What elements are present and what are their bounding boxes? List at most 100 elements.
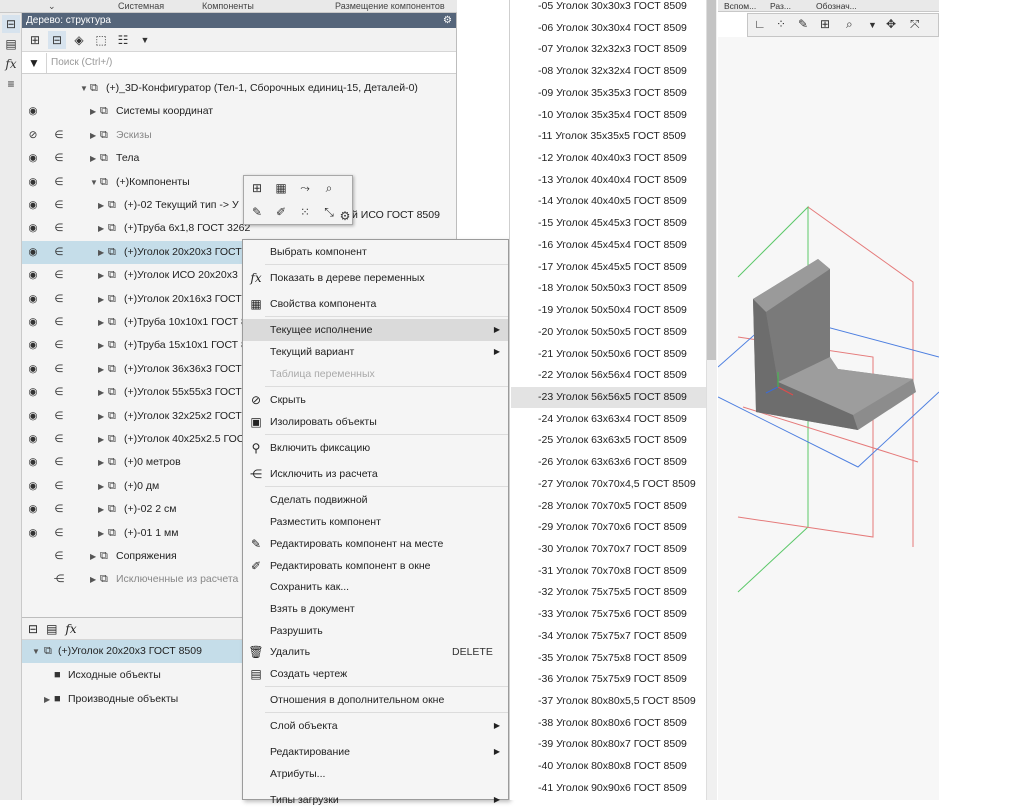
include-in-calc-icon[interactable]: ∈ — [52, 451, 66, 474]
submenu-item[interactable]: -38 Уголок 80x80x6 ГОСТ 8509 — [511, 713, 709, 734]
submenu-item[interactable]: -41 Уголок 90x90x6 ГОСТ 8509 — [511, 778, 709, 799]
edit-in-place-icon[interactable]: ✎ — [246, 202, 268, 222]
submenu-item[interactable]: -31 Уголок 70x70x8 ГОСТ 8509 — [511, 561, 709, 582]
submenu-item[interactable]: -13 Уголок 40x40x4 ГОСТ 8509 — [511, 170, 709, 191]
expand-arrow-icon[interactable]: ▶ — [90, 568, 96, 591]
visibility-eye-icon[interactable]: ◉ — [26, 405, 40, 428]
submenu-item[interactable]: -25 Уголок 63x63x5 ГОСТ 8509 — [511, 430, 709, 451]
visibility-eye-icon[interactable]: ◉ — [26, 264, 40, 287]
lower-row-selected-component[interactable]: ▼ ⧉ (+)Уголок 20x20x3 ГОСТ 8509 — [22, 640, 242, 663]
3d-scene[interactable] — [718, 37, 939, 800]
properties-icon[interactable]: ▦ — [270, 178, 292, 198]
expand-arrow-icon[interactable]: ▶ — [90, 147, 96, 170]
include-in-calc-icon[interactable]: ∈ — [52, 475, 66, 498]
pan-icon[interactable]: ⤧ — [910, 17, 920, 32]
expand-arrow-icon[interactable]: ▶ — [98, 498, 104, 521]
visibility-eye-icon[interactable]: ◉ — [26, 100, 40, 123]
context-menu-item[interactable]: ▦ Свойства компонента — [243, 293, 508, 315]
variables-icon[interactable]: fx — [65, 622, 76, 636]
expand-arrow-icon[interactable]: ▶ — [98, 405, 104, 428]
include-in-calc-icon[interactable]: ∈ — [52, 264, 66, 287]
include-in-calc-icon[interactable]: ∈ — [52, 498, 66, 521]
submenu-item[interactable]: -12 Уголок 40x40x3 ГОСТ 8509 — [511, 148, 709, 169]
submenu-item[interactable]: -34 Уголок 75x75x7 ГОСТ 8509 — [511, 626, 709, 647]
context-menu-item[interactable]: Сделать подвижной — [243, 489, 508, 511]
context-menu-item[interactable]: Взять в документ — [243, 598, 508, 620]
edit-icon[interactable]: ✎ — [798, 17, 808, 31]
context-menu-item[interactable]: Разместить компонент — [243, 511, 508, 533]
relations-icon[interactable]: ⤳ — [294, 178, 316, 198]
context-menu-item[interactable]: ✐ Редактировать компонент в окне — [243, 555, 508, 577]
context-menu-item[interactable]: Типы загрузки ▶ — [243, 789, 508, 811]
tab-dimensions[interactable]: Раз... — [770, 1, 791, 11]
expand-arrow-icon[interactable]: ▶ — [90, 545, 96, 568]
visibility-eye-icon[interactable]: ◉ — [26, 147, 40, 170]
submenu-scrollbar-thumb[interactable] — [707, 0, 716, 360]
include-in-calc-icon[interactable]: ∈ — [52, 358, 66, 381]
context-menu-item[interactable]: Сохранить как... — [243, 576, 508, 598]
submenu-item[interactable]: -26 Уголок 63x63x6 ГОСТ 8509 — [511, 452, 709, 473]
submenu-item[interactable]: -21 Уголок 50x50x6 ГОСТ 8509 — [511, 344, 709, 365]
submenu-item[interactable]: -39 Уголок 80x80x7 ГОСТ 8509 — [511, 734, 709, 755]
tab-designations[interactable]: Обознач... — [816, 1, 857, 11]
visibility-eye-icon[interactable]: ◉ — [26, 194, 40, 217]
expand-arrow-icon[interactable]: ▶ — [90, 124, 96, 147]
submenu-item[interactable]: -23 Уголок 56x56x5 ГОСТ 8509 — [511, 386, 709, 408]
gear-icon[interactable]: ⚙ — [338, 206, 352, 226]
transform-icon[interactable]: ⤡ — [318, 202, 340, 222]
submenu-item[interactable]: -09 Уголок 35x35x3 ГОСТ 8509 — [511, 83, 709, 104]
lower-row-derived-objects[interactable]: ▶ ■ Производные объекты — [22, 688, 242, 711]
expand-arrow-icon[interactable]: ▶ — [98, 475, 104, 498]
context-menu-item[interactable]: Текущее исполнение ▶ — [243, 319, 508, 341]
tab-auxiliary[interactable]: Вспом... — [724, 1, 756, 11]
gear-icon[interactable]: ⚙ — [443, 13, 452, 28]
submenu-item[interactable]: -30 Уголок 70x70x7 ГОСТ 8509 — [511, 539, 709, 560]
context-menu-item[interactable]: Текущий вариант ▶ — [243, 341, 508, 363]
expand-arrow-icon[interactable]: ▶ — [98, 264, 104, 287]
collapse-chevron-icon[interactable]: ⌄ — [48, 1, 56, 12]
variables-icon[interactable]: fx — [2, 55, 20, 73]
tree-icon[interactable]: ⊟ — [28, 622, 38, 636]
visibility-eye-icon[interactable]: ◉ — [26, 217, 40, 240]
context-menu-item[interactable]: Редактирование ▶ — [243, 741, 508, 763]
include-in-calc-icon[interactable]: ∈ — [52, 147, 66, 170]
grid-icon[interactable]: ⁘ — [776, 17, 786, 31]
submenu-item[interactable]: -07 Уголок 32x32x3 ГОСТ 8509 — [511, 39, 709, 60]
visibility-eye-icon[interactable]: ◉ — [26, 475, 40, 498]
expand-arrow-icon[interactable]: ▶ — [98, 194, 104, 217]
context-menu-item[interactable]: Отношения в дополнительном окне — [243, 689, 508, 711]
visibility-eye-icon[interactable]: ◉ — [26, 334, 40, 357]
context-menu-item[interactable]: Атрибуты... — [243, 763, 508, 785]
include-in-calc-icon[interactable]: ∈ — [52, 288, 66, 311]
submenu-item[interactable]: -33 Уголок 75x75x6 ГОСТ 8509 — [511, 604, 709, 625]
submenu-item[interactable]: -37 Уголок 80x80x5,5 ГОСТ 8509 — [511, 691, 709, 712]
submenu-item[interactable]: -36 Уголок 75x75x9 ГОСТ 8509 — [511, 669, 709, 690]
context-menu-item[interactable]: fx Показать в дереве переменных — [243, 267, 508, 289]
properties-icon[interactable]: ▤ — [2, 35, 20, 53]
list-options-icon[interactable]: ☷ — [114, 31, 132, 49]
visibility-eye-icon[interactable]: ◉ — [26, 428, 40, 451]
include-in-calc-icon[interactable]: ∈ — [52, 171, 66, 194]
submenu-item[interactable]: -27 Уголок 70x70x4,5 ГОСТ 8509 — [511, 474, 709, 495]
include-in-calc-icon[interactable]: ∈ — [52, 381, 66, 404]
expand-arrow-icon[interactable]: ▼ — [80, 77, 88, 100]
submenu-item[interactable]: -40 Уголок 80x80x8 ГОСТ 8509 — [511, 756, 709, 777]
context-menu-item[interactable]: ⊘ Скрыть — [243, 389, 508, 411]
expand-arrow-icon[interactable]: ▶ — [98, 217, 104, 240]
select-frame-icon[interactable]: ⬚ — [92, 31, 110, 49]
include-in-calc-icon[interactable]: ⋲ — [52, 568, 66, 591]
expand-arrow-icon[interactable]: ▶ — [98, 288, 104, 311]
tree-structure-icon[interactable]: ⊞ — [26, 31, 44, 49]
expand-arrow-icon[interactable]: ▶ — [98, 522, 104, 545]
dropdown-arrow-icon[interactable]: ▼ — [136, 31, 154, 49]
submenu-item[interactable]: -16 Уголок 45x45x4 ГОСТ 8509 — [511, 235, 709, 256]
submenu-item[interactable]: -10 Уголок 35x35x4 ГОСТ 8509 — [511, 105, 709, 126]
submenu-item[interactable]: -22 Уголок 56x56x4 ГОСТ 8509 — [511, 365, 709, 386]
submenu-item[interactable]: -35 Уголок 75x75x8 ГОСТ 8509 — [511, 648, 709, 669]
zoom-icon[interactable]: ⌕ — [318, 178, 340, 198]
context-menu-item[interactable]: ⋲ Исключить из расчета — [243, 463, 508, 485]
expand-arrow-icon[interactable]: ▶ — [98, 381, 104, 404]
properties-icon[interactable]: ▤ — [46, 622, 57, 636]
submenu-item[interactable]: -24 Уголок 63x63x4 ГОСТ 8509 — [511, 409, 709, 430]
tree-row[interactable]: ◉ ∈ ▶ ⧉ Тела — [22, 147, 457, 170]
